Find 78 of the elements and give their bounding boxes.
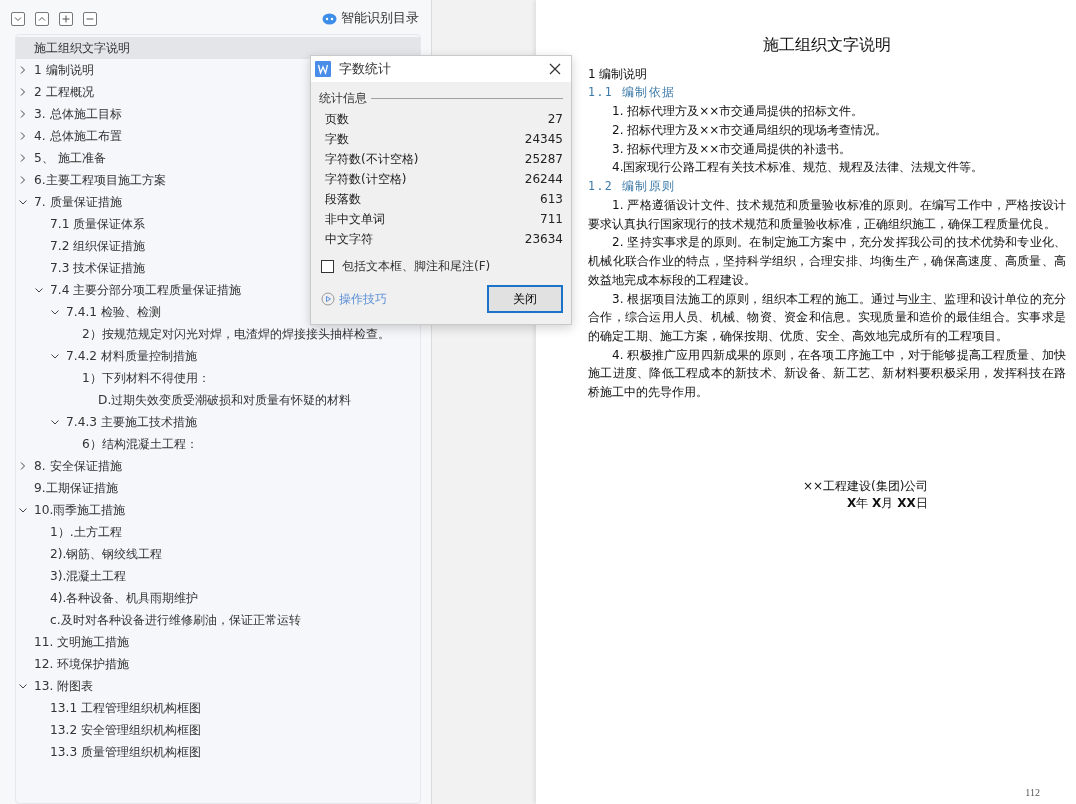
outline-item[interactable]: 2).钢筋、钢绞线工程 (16, 543, 420, 565)
paragraph: 1. 招标代理方及××市交通局提供的招标文件。 (611, 103, 865, 121)
chevron-down-icon[interactable] (18, 505, 28, 515)
outline-item[interactable]: 2）按规范规定对闪光对焊，电渣焊的焊接接头抽样检查。 (16, 323, 420, 345)
outline-item[interactable]: 6）结构混凝土工程： (16, 433, 420, 455)
stat-label: 字符数(计空格) (325, 171, 407, 188)
chevron-right-icon[interactable] (18, 153, 28, 163)
outline-item[interactable]: 7.4.2 材料质量控制措施 (16, 345, 420, 367)
document-title: 施工组织文字说明 (762, 35, 892, 56)
paragraph: 3. 招标代理方及××市交通局提供的补遗书。 (611, 140, 853, 158)
outline-item[interactable]: 13. 附图表 (16, 675, 420, 697)
stat-value: 23634 (524, 231, 563, 248)
outline-item[interactable]: 11. 文明施工措施 (16, 631, 420, 653)
stat-value: 25287 (524, 151, 563, 168)
page-number: 112 (1025, 786, 1040, 800)
subsection-heading: 1.1 编制依据 (588, 84, 677, 102)
chevron-right-icon[interactable] (18, 175, 28, 185)
stat-value: 27 (547, 111, 563, 128)
stat-label: 段落数 (325, 191, 361, 208)
chevron-down-icon[interactable] (50, 417, 60, 427)
stat-label: 中文字符 (325, 231, 373, 248)
paragraph: 2. 招标代理方及××市交通局组织的现场考查情况。 (611, 121, 889, 139)
stat-label: 非中文单词 (325, 211, 385, 228)
chevron-right-icon[interactable] (18, 65, 28, 75)
chevron-right-icon[interactable] (18, 109, 28, 119)
paragraph: 2. 坚持实事求是的原则。在制定施工方案中，充分发挥我公司的技术优势和专业化、机械化联合作业的特点，坚持科学组织，合理安排、均衡生产，确保高速度、高质量、高效益地完成本标段的工程建设。 (588, 234, 1066, 289)
stat-label: 字数 (325, 131, 349, 148)
checkbox[interactable] (321, 259, 334, 273)
paragraph: 4. 积极推广应用四新成果的原则，在各项工序施工中，对于能够提高工程质量、加快施工进度、降低工程成本的新技术、新设备、新工艺、新材料要积极采用，发挥科技在路桥施工中的先导作用。 (588, 346, 1066, 402)
outline-item[interactable]: 施工组织文字说明 (16, 37, 420, 59)
stat-value: 711 (540, 211, 563, 228)
chevron-right-icon[interactable] (18, 461, 28, 471)
remove-heading-button[interactable] (83, 11, 97, 26)
collapse-all-button[interactable] (35, 11, 49, 26)
paragraph: 3. 根据项目法施工的原则，组织本工程的施工。通过与业主、监理和设计单位的充分合作，综合运用人员、机械、物资、资金和信息。实现质量和造价的最佳组合。实事求是的确定工期、施工方案，确保按期、优质、安全、高效地完成所有的工程项目。 (588, 290, 1066, 345)
outline-item[interactable]: 1）下列材料不得使用： (16, 367, 420, 389)
outline-item[interactable]: 12. 环境保护措施 (16, 653, 420, 675)
stat-label: 页数 (325, 111, 349, 128)
checkbox-label: 包括文本框、脚注和尾注(F) (342, 258, 491, 275)
dialog-title: 字数统计 (339, 59, 391, 78)
subsection-heading: 1.2 编制原则 (588, 178, 677, 196)
section-title: 统计信息 (319, 90, 367, 107)
chevron-down-icon[interactable] (50, 351, 60, 361)
chevron-down-icon[interactable] (18, 197, 28, 207)
chevron-down-icon[interactable] (50, 307, 60, 317)
outline-item[interactable]: 10.雨季施工措施 (16, 499, 420, 521)
outline-item[interactable]: 7.4.3 主要施工技术措施 (16, 411, 420, 433)
stat-value: 613 (540, 191, 563, 208)
stat-value: 24345 (524, 131, 563, 148)
paragraph: 1. 严格遵循设计文件、技术规范和质量验收标准的原则。在编写工作中，严格按设计要求认真执行国家现行的技术规范和质量验收标准，正确组织施工，确保工程质量优良。 (588, 197, 1066, 233)
play-circle-icon (321, 292, 335, 306)
outline-item[interactable]: c.及时对各种设备进行维修刷油，保证正常运转 (16, 609, 420, 631)
outline-item[interactable]: 4).各种设备、机具雨期维护 (16, 587, 420, 609)
outline-item[interactable]: 3).混凝土工程 (16, 565, 420, 587)
chevron-right-icon[interactable] (18, 131, 28, 141)
section-heading: 1 编制说明 (588, 66, 649, 84)
close-button[interactable]: 关闭 (487, 285, 563, 313)
outline-item[interactable]: 1）.土方工程 (16, 521, 420, 543)
signature-date: X年 X月 XX日 (846, 494, 929, 512)
outline-item[interactable]: D.过期失效变质受潮破损和对质量有怀疑的材料 (16, 389, 420, 411)
outline-item[interactable]: 13.1 工程管理组织机构框图 (16, 697, 420, 719)
stat-label: 字符数(不计空格) (325, 151, 419, 168)
outline-item[interactable]: 9.工期保证措施 (16, 477, 420, 499)
chevron-down-icon[interactable] (18, 681, 28, 691)
expand-all-button[interactable] (11, 11, 25, 26)
company-signature: ××工程建设(集团)公司 (803, 477, 930, 495)
cloud-icon (322, 12, 337, 25)
stat-value: 26244 (524, 171, 563, 188)
chevron-down-icon[interactable] (34, 285, 44, 295)
outline-item[interactable]: 8. 安全保证措施 (16, 455, 420, 477)
chevron-right-icon[interactable] (18, 87, 28, 97)
smart-toc-button[interactable]: 智能识别目录 (341, 9, 419, 28)
paragraph: 4.国家现行公路工程有关技术标准、规范、规程及法律、法规文件等。 (611, 159, 985, 177)
plus-icon (61, 13, 71, 24)
add-heading-button[interactable] (59, 11, 73, 26)
outline-item[interactable]: 13.3 质量管理组织机构框图 (16, 741, 420, 763)
app-logo-icon (315, 61, 331, 77)
outline-item[interactable]: 13.2 安全管理组织机构框图 (16, 719, 420, 741)
